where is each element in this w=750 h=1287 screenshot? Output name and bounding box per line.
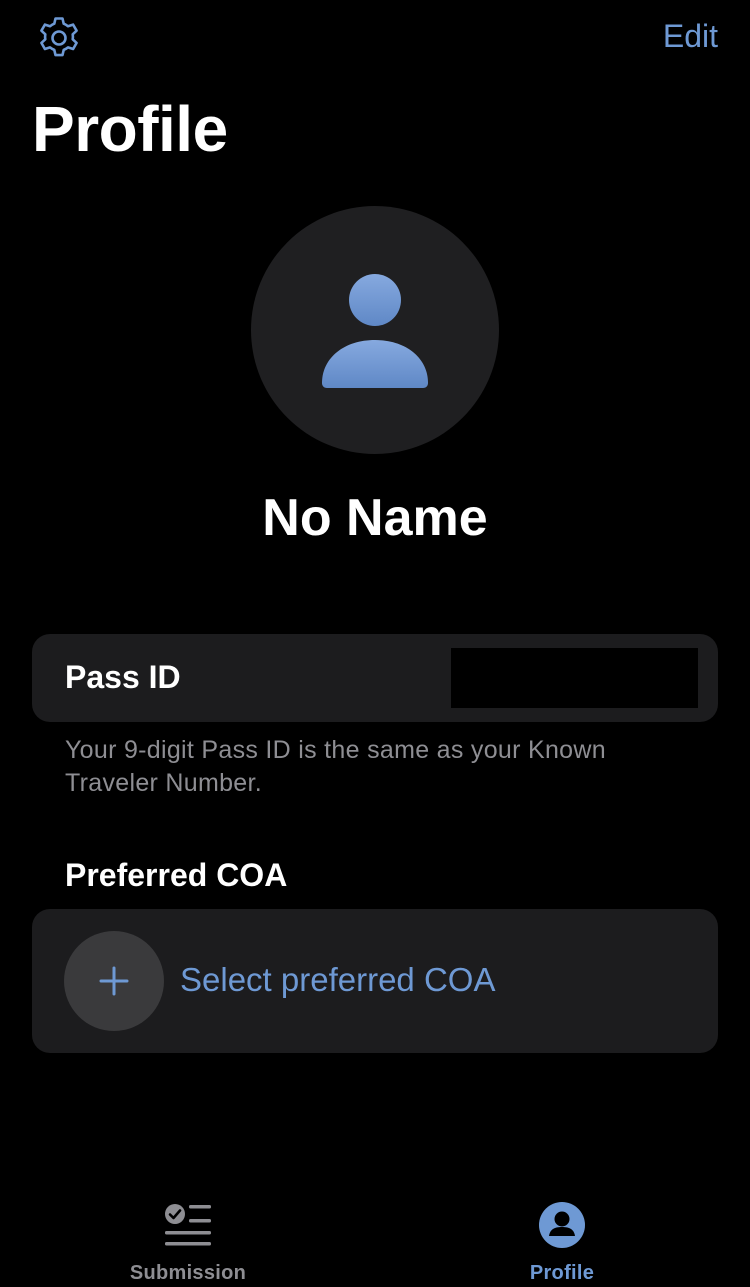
preferred-coa-heading: Preferred COA [65, 857, 288, 893]
edit-button[interactable]: Edit [663, 18, 718, 55]
add-coa-button[interactable] [64, 931, 164, 1031]
pass-id-label: Pass ID [65, 659, 181, 695]
pass-id-card: Pass ID [32, 634, 718, 722]
select-preferred-coa-label: Select preferred COA [180, 961, 496, 998]
select-preferred-coa-button[interactable]: Select preferred COA [32, 909, 718, 1053]
person-icon [322, 274, 428, 388]
tab-submission[interactable]: Submission [78, 1180, 298, 1287]
person-circle-icon [539, 1202, 585, 1248]
page-title: Profile [32, 93, 228, 165]
tab-bar: Submission Profile [0, 1180, 750, 1287]
tab-profile-label: Profile [529, 1262, 595, 1284]
user-name: No Name [262, 489, 488, 547]
checklist-icon [165, 1204, 211, 1246]
gear-icon [40, 17, 78, 57]
tab-submission-label: Submission [129, 1262, 247, 1284]
settings-button[interactable] [34, 14, 84, 62]
tab-profile[interactable]: Profile [452, 1180, 672, 1287]
pass-id-help-text: Your 9-digit Pass ID is the same as your… [65, 736, 606, 797]
pass-id-value [451, 648, 698, 708]
avatar[interactable] [251, 206, 499, 454]
plus-icon [99, 966, 129, 996]
